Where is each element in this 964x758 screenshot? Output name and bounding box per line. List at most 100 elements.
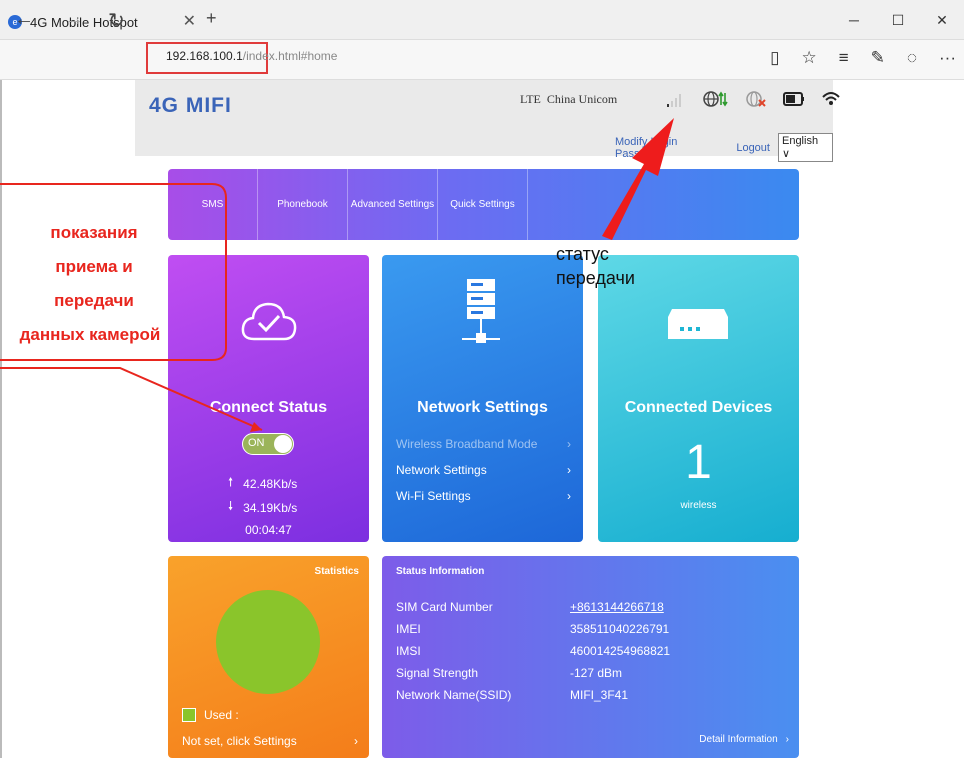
download-rate: 🠗 34.19Kb/s bbox=[228, 497, 297, 518]
info-row-imsi: IMSI 460014254968821 bbox=[396, 644, 670, 658]
info-value: MIFI_3F41 bbox=[570, 688, 629, 702]
used-legend: Used : bbox=[182, 708, 239, 722]
download-rate-value: 34.19Kb/s bbox=[243, 500, 298, 515]
info-key: IMSI bbox=[396, 644, 421, 658]
detail-information-link[interactable]: Detail Information › bbox=[699, 734, 789, 745]
info-row-imei: IMEI 358511040226791 bbox=[396, 622, 669, 636]
setting-label: Wireless Broadband Mode bbox=[396, 437, 538, 451]
chevron-right-icon: › bbox=[354, 734, 358, 748]
annotation-line: данных камерой bbox=[19, 325, 161, 344]
download-arrow-icon: 🠗 bbox=[228, 499, 234, 513]
network-type: LTE bbox=[520, 92, 541, 106]
sim-number-link[interactable]: +8613144266718 bbox=[570, 600, 664, 614]
logout-link[interactable]: Logout bbox=[736, 142, 770, 154]
favorite-star-icon[interactable]: ☆ bbox=[801, 48, 816, 68]
browser-toolbar-right: ▯ ☆ ≡ ✎ ◌ ··· bbox=[770, 48, 956, 68]
info-row-ssid: Network Name(SSID) MIFI_3F41 bbox=[396, 688, 628, 702]
router-icon bbox=[668, 309, 728, 339]
menu-item-advanced-settings[interactable]: Advanced Settings bbox=[348, 169, 438, 240]
web-note-icon[interactable]: ✎ bbox=[871, 48, 885, 68]
server-icon bbox=[462, 279, 500, 343]
minimize-icon[interactable]: ─ bbox=[832, 0, 876, 40]
chevron-right-icon: › bbox=[785, 734, 789, 745]
annotation-line: статус bbox=[556, 244, 609, 264]
wireless-broadband-mode-item[interactable]: Wireless Broadband Mode › bbox=[396, 437, 571, 451]
chevron-right-icon: › bbox=[567, 489, 571, 503]
chevron-right-icon: › bbox=[567, 463, 571, 477]
info-key: IMEI bbox=[396, 622, 421, 636]
upload-rate-value: 42.48Kb/s bbox=[243, 476, 298, 491]
connection-duration: 00:04:47 bbox=[245, 523, 292, 537]
close-window-icon[interactable]: ✕ bbox=[920, 0, 964, 40]
wifi-icon bbox=[822, 92, 840, 105]
toggle-knob bbox=[274, 435, 292, 453]
annotation-red-text: показания приема и передачи данных камер… bbox=[10, 216, 178, 352]
info-key: Network Name(SSID) bbox=[396, 688, 512, 702]
annotation-line: передачи bbox=[54, 291, 134, 310]
network-status: LTE China Unicom bbox=[520, 92, 617, 107]
window-controls: ─ ☐ ✕ bbox=[832, 0, 964, 40]
tab-close-icon[interactable]: ✕ bbox=[183, 11, 196, 31]
network-settings-card: Network Settings Wireless Broadband Mode… bbox=[382, 255, 583, 542]
usage-pie-chart bbox=[216, 590, 320, 694]
info-value: 358511040226791 bbox=[570, 622, 670, 636]
menu-item-sms[interactable]: SMS bbox=[168, 169, 258, 240]
statistics-card: Statistics Used : Not set, click Setting… bbox=[168, 556, 369, 758]
hub-icon[interactable]: ≡ bbox=[839, 48, 849, 68]
new-tab-icon[interactable]: + bbox=[206, 8, 217, 29]
not-set-label: Not set, click Settings bbox=[182, 734, 297, 748]
chevron-right-icon: › bbox=[567, 437, 571, 451]
status-icons bbox=[665, 90, 843, 108]
refresh-icon[interactable]: ↻ bbox=[108, 8, 125, 33]
network-settings-item[interactable]: Network Settings › bbox=[396, 463, 571, 477]
status-information-card: Status Information SIM Card Number +86131… bbox=[382, 556, 799, 758]
info-row-sim: SIM Card Number +8613144266718 bbox=[396, 600, 664, 614]
share-icon[interactable]: ◌ bbox=[907, 48, 917, 68]
annotation-line: передачи bbox=[556, 268, 635, 288]
url-host: 192.168.100.1 bbox=[166, 49, 243, 63]
maximize-icon[interactable]: ☐ bbox=[876, 0, 920, 40]
header-links: Modify Login Password Logout English ∨ bbox=[615, 133, 833, 162]
statistics-settings-link[interactable]: Not set, click Settings › bbox=[182, 734, 358, 748]
statistics-title: Statistics bbox=[314, 566, 359, 577]
info-key: SIM Card Number bbox=[396, 600, 493, 614]
info-value: 460014254968821 bbox=[570, 644, 671, 658]
status-information-title: Status Information bbox=[396, 566, 485, 577]
annotation-black-text: статус передачи bbox=[556, 242, 635, 290]
device-count: 1 bbox=[685, 436, 712, 489]
globe-disconnected-icon bbox=[746, 91, 766, 107]
forward-icon[interactable]: → bbox=[64, 8, 84, 31]
back-icon[interactable]: ← bbox=[14, 8, 34, 31]
main-menu: SMS Phonebook Advanced Settings Quick Se… bbox=[168, 169, 799, 240]
url-path: /index.html#home bbox=[242, 49, 338, 63]
info-key: Signal Strength bbox=[396, 666, 479, 680]
info-row-signal: Signal Strength -127 dBm bbox=[396, 666, 622, 680]
used-label: Used : bbox=[204, 708, 239, 722]
language-select[interactable]: English ∨ bbox=[777, 133, 833, 162]
device-type: wireless bbox=[680, 500, 717, 511]
connected-devices-card: Connected Devices 1 wireless bbox=[598, 255, 799, 542]
more-icon[interactable]: ··· bbox=[939, 48, 956, 68]
connect-status-title: Connect Status bbox=[209, 399, 328, 416]
info-value: -127 dBm bbox=[570, 666, 623, 680]
annotation-line: показания bbox=[50, 223, 138, 242]
connected-devices-title: Connected Devices bbox=[624, 399, 773, 416]
browser-tab-bar: e 4G Mobile Hotspot ✕ + ─ ☐ ✕ bbox=[0, 0, 964, 40]
annotation-line: приема и bbox=[55, 257, 133, 276]
modify-password-link[interactable]: Modify Login Password bbox=[615, 136, 728, 160]
used-color-swatch bbox=[182, 708, 196, 722]
connection-toggle[interactable]: ON bbox=[242, 433, 294, 455]
logo: 4G MIFI bbox=[149, 94, 232, 117]
setting-label: Wi-Fi Settings bbox=[396, 489, 471, 503]
battery-icon bbox=[783, 92, 804, 106]
address-bar[interactable]: 192.168.100.1/index.html#home bbox=[166, 49, 337, 63]
reading-view-icon[interactable]: ▯ bbox=[770, 48, 779, 68]
upload-rate: 🠕 42.48Kb/s bbox=[228, 473, 297, 494]
wifi-settings-item[interactable]: Wi-Fi Settings › bbox=[396, 489, 571, 503]
mifi-header: 4G MIFI LTE China Unicom Modify Login Pa… bbox=[135, 80, 840, 162]
menu-item-quick-settings[interactable]: Quick Settings bbox=[438, 169, 528, 240]
browser-tab[interactable]: e 4G Mobile Hotspot ✕ bbox=[8, 6, 196, 38]
menu-item-phonebook[interactable]: Phonebook bbox=[258, 169, 348, 240]
network-settings-title: Network Settings bbox=[417, 399, 548, 416]
page-border bbox=[0, 80, 2, 758]
